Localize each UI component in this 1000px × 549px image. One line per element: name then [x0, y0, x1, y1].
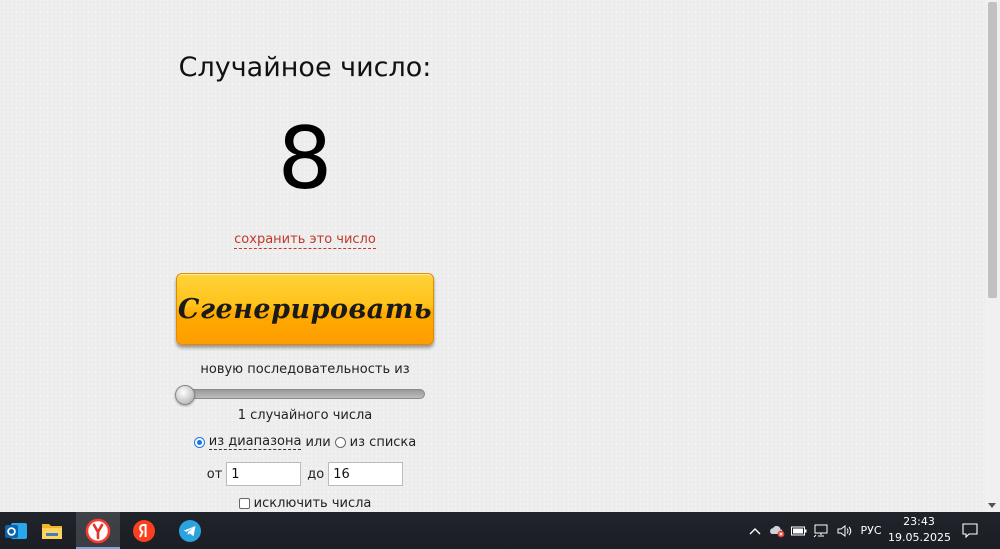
- list-mode-label[interactable]: из списка: [350, 435, 417, 450]
- sequence-label: новую последовательность из: [200, 362, 410, 377]
- file-explorer-icon: [42, 523, 62, 539]
- exclude-checkbox[interactable]: [238, 498, 250, 509]
- scroll-down-arrow-icon[interactable]: [988, 503, 996, 508]
- vertical-scrollbar[interactable]: [985, 0, 1000, 512]
- cloud-sync-error-icon: [770, 525, 785, 537]
- chevron-up-icon: [749, 527, 761, 534]
- range-from-input[interactable]: [226, 462, 302, 486]
- yandex-browser-icon: [85, 518, 111, 543]
- tray-onedrive[interactable]: [767, 512, 787, 549]
- tray-volume[interactable]: [835, 512, 855, 549]
- random-number-result: 8: [277, 109, 333, 209]
- notifications-icon: [962, 523, 978, 538]
- generate-button-label: Сгенерировать: [177, 293, 433, 325]
- generate-button[interactable]: Сгенерировать: [176, 273, 434, 345]
- page-content: Случайное число: 8 сохранить это число С…: [0, 0, 985, 512]
- scrollbar-thumb[interactable]: [988, 2, 997, 298]
- outlook-icon: [5, 522, 27, 539]
- taskbar-app-yandex[interactable]: [122, 512, 166, 549]
- or-label: или: [305, 434, 331, 450]
- taskbar-app-file-explorer[interactable]: [30, 512, 74, 549]
- tray-network[interactable]: [811, 512, 833, 549]
- count-slider-track[interactable]: [180, 389, 425, 399]
- count-slider-thumb[interactable]: [175, 385, 195, 405]
- range-mode-radio[interactable]: [193, 436, 205, 448]
- tray-clock[interactable]: 23:43 19.05.2025: [888, 514, 951, 546]
- speaker-icon: [837, 524, 852, 537]
- clock-time: 23:43: [903, 515, 935, 528]
- taskbar-app-telegram[interactable]: [168, 512, 212, 549]
- taskbar-app-yandex-browser[interactable]: [76, 512, 120, 549]
- result-heading: Случайное число:: [178, 52, 432, 83]
- save-number-link[interactable]: сохранить это число: [205, 232, 405, 249]
- language-indicator[interactable]: РУС: [860, 524, 881, 537]
- action-center-button[interactable]: [956, 512, 984, 549]
- save-number-link-text[interactable]: сохранить это число: [234, 232, 376, 249]
- list-mode-radio[interactable]: [334, 436, 346, 448]
- to-label: до: [307, 466, 325, 482]
- clock-date: 19.05.2025: [888, 531, 951, 544]
- yandex-icon: [133, 519, 155, 542]
- range-to-input[interactable]: [328, 462, 404, 486]
- network-icon: [813, 524, 828, 537]
- range-mode-label[interactable]: из диапазона: [208, 434, 302, 450]
- exclude-row: исключить числа: [170, 496, 440, 511]
- from-label: от: [206, 466, 223, 482]
- show-hidden-icons-button[interactable]: [745, 512, 765, 549]
- telegram-icon: [179, 519, 201, 542]
- battery-icon: [791, 526, 807, 535]
- tray-battery[interactable]: [789, 512, 809, 549]
- count-label: 1 случайного числа: [237, 408, 373, 423]
- range-inputs: от до: [170, 462, 440, 486]
- tray-language[interactable]: РУС: [857, 512, 885, 549]
- exclude-label[interactable]: исключить числа: [254, 496, 372, 511]
- mode-selector: из диапазона или из списка: [170, 434, 440, 450]
- windows-taskbar: РУС 23:43 19.05.2025: [0, 512, 1000, 549]
